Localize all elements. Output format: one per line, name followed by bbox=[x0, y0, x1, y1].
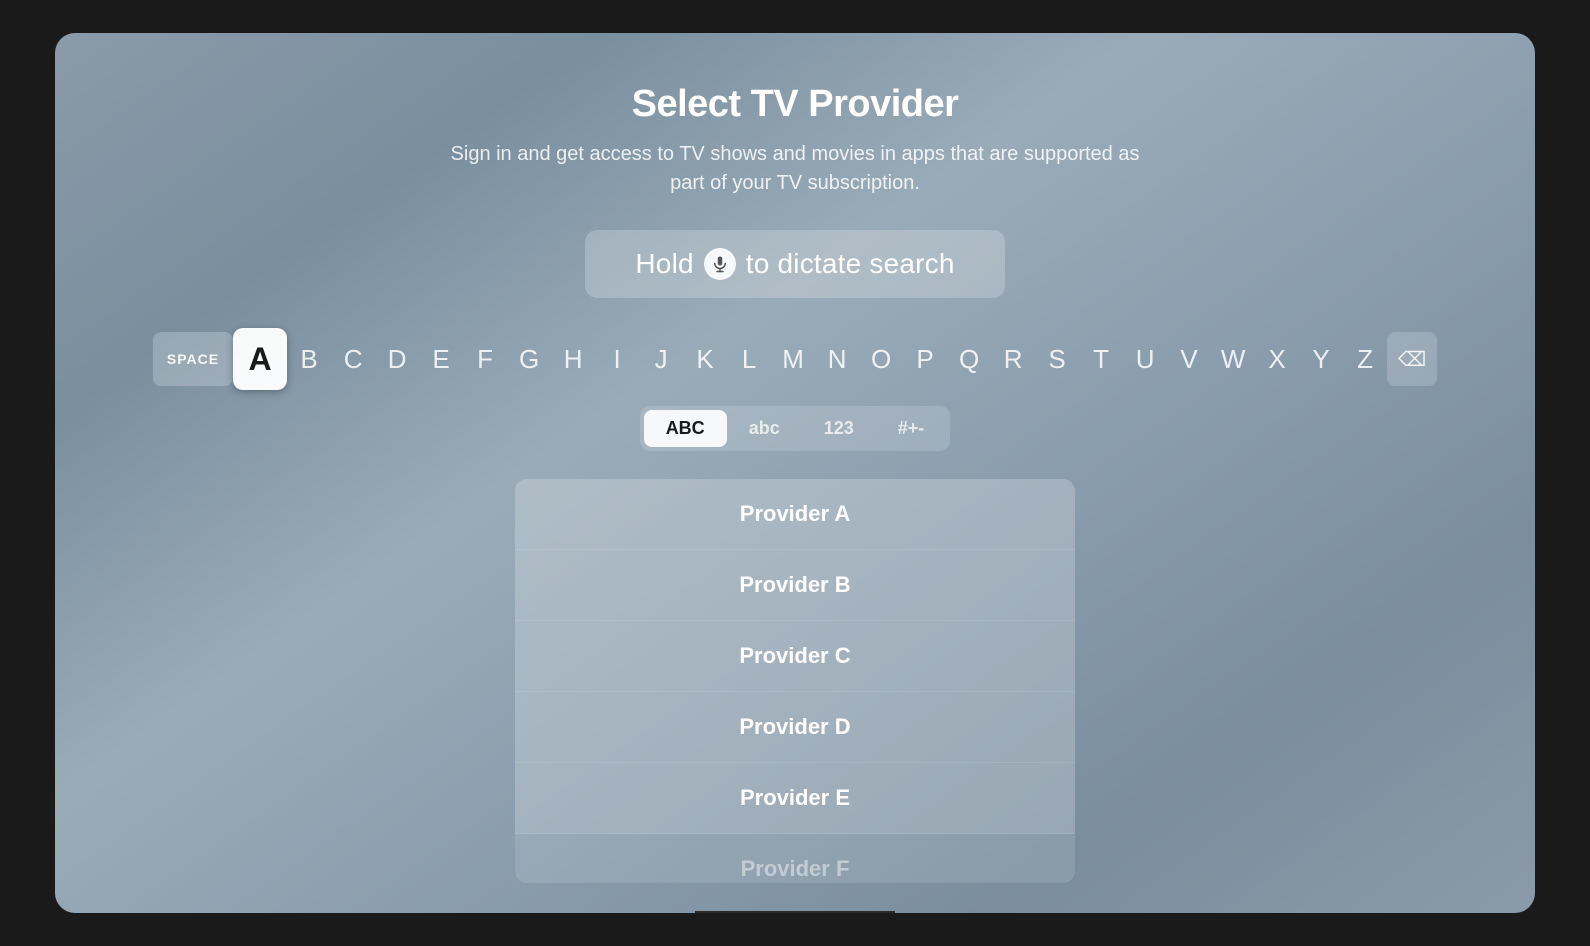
keyboard-row: SPACE A BCDEFGHIJKLMNOPQRSTUVWXYZ ⌫ bbox=[115, 328, 1475, 390]
tv-stand bbox=[695, 911, 895, 913]
providers-list: Provider AProvider BProvider CProvider D… bbox=[515, 479, 1075, 883]
key-L[interactable]: L bbox=[727, 332, 771, 386]
page-title: Select TV Provider bbox=[632, 83, 959, 126]
key-K[interactable]: K bbox=[683, 332, 727, 386]
provider-item-1[interactable]: Provider B bbox=[515, 550, 1075, 621]
key-V[interactable]: V bbox=[1167, 332, 1211, 386]
key-P[interactable]: P bbox=[903, 332, 947, 386]
screen-content: Select TV Provider Sign in and get acces… bbox=[55, 33, 1535, 913]
key-T[interactable]: T bbox=[1079, 332, 1123, 386]
dictate-bar[interactable]: Hold to dictate search bbox=[585, 230, 1005, 298]
key-C[interactable]: C bbox=[331, 332, 375, 386]
mode-key-123[interactable]: 123 bbox=[802, 410, 876, 447]
key-Q[interactable]: Q bbox=[947, 332, 991, 386]
key-G[interactable]: G bbox=[507, 332, 551, 386]
mode-key-abc[interactable]: abc bbox=[727, 410, 802, 447]
key-R[interactable]: R bbox=[991, 332, 1035, 386]
delete-key[interactable]: ⌫ bbox=[1387, 332, 1437, 386]
key-Z[interactable]: Z bbox=[1343, 332, 1387, 386]
provider-item-4[interactable]: Provider E bbox=[515, 763, 1075, 834]
key-Y[interactable]: Y bbox=[1299, 332, 1343, 386]
key-X[interactable]: X bbox=[1255, 332, 1299, 386]
space-key[interactable]: SPACE bbox=[153, 332, 233, 386]
key-A[interactable]: A bbox=[233, 328, 287, 390]
key-N[interactable]: N bbox=[815, 332, 859, 386]
keyboard-mode-row: ABCabc123#+- bbox=[640, 406, 951, 451]
tv-frame: Select TV Provider Sign in and get acces… bbox=[55, 33, 1535, 913]
provider-item-0[interactable]: Provider A bbox=[515, 479, 1075, 550]
page-subtitle: Sign in and get access to TV shows and m… bbox=[435, 140, 1155, 198]
key-M[interactable]: M bbox=[771, 332, 815, 386]
key-F[interactable]: F bbox=[463, 332, 507, 386]
key-H[interactable]: H bbox=[551, 332, 595, 386]
microphone-icon bbox=[704, 248, 736, 280]
dictate-suffix: to dictate search bbox=[746, 248, 955, 280]
key-B[interactable]: B bbox=[287, 332, 331, 386]
provider-item-5[interactable]: Provider F bbox=[515, 834, 1075, 883]
key-S[interactable]: S bbox=[1035, 332, 1079, 386]
key-I[interactable]: I bbox=[595, 332, 639, 386]
key-W[interactable]: W bbox=[1211, 332, 1255, 386]
provider-item-2[interactable]: Provider C bbox=[515, 621, 1075, 692]
key-D[interactable]: D bbox=[375, 332, 419, 386]
key-J[interactable]: J bbox=[639, 332, 683, 386]
provider-item-3[interactable]: Provider D bbox=[515, 692, 1075, 763]
mode-key-ABC[interactable]: ABC bbox=[644, 410, 727, 447]
key-O[interactable]: O bbox=[859, 332, 903, 386]
key-E[interactable]: E bbox=[419, 332, 463, 386]
key-U[interactable]: U bbox=[1123, 332, 1167, 386]
dictate-prefix: Hold bbox=[635, 248, 693, 280]
mode-key-#+-[interactable]: #+- bbox=[876, 410, 947, 447]
